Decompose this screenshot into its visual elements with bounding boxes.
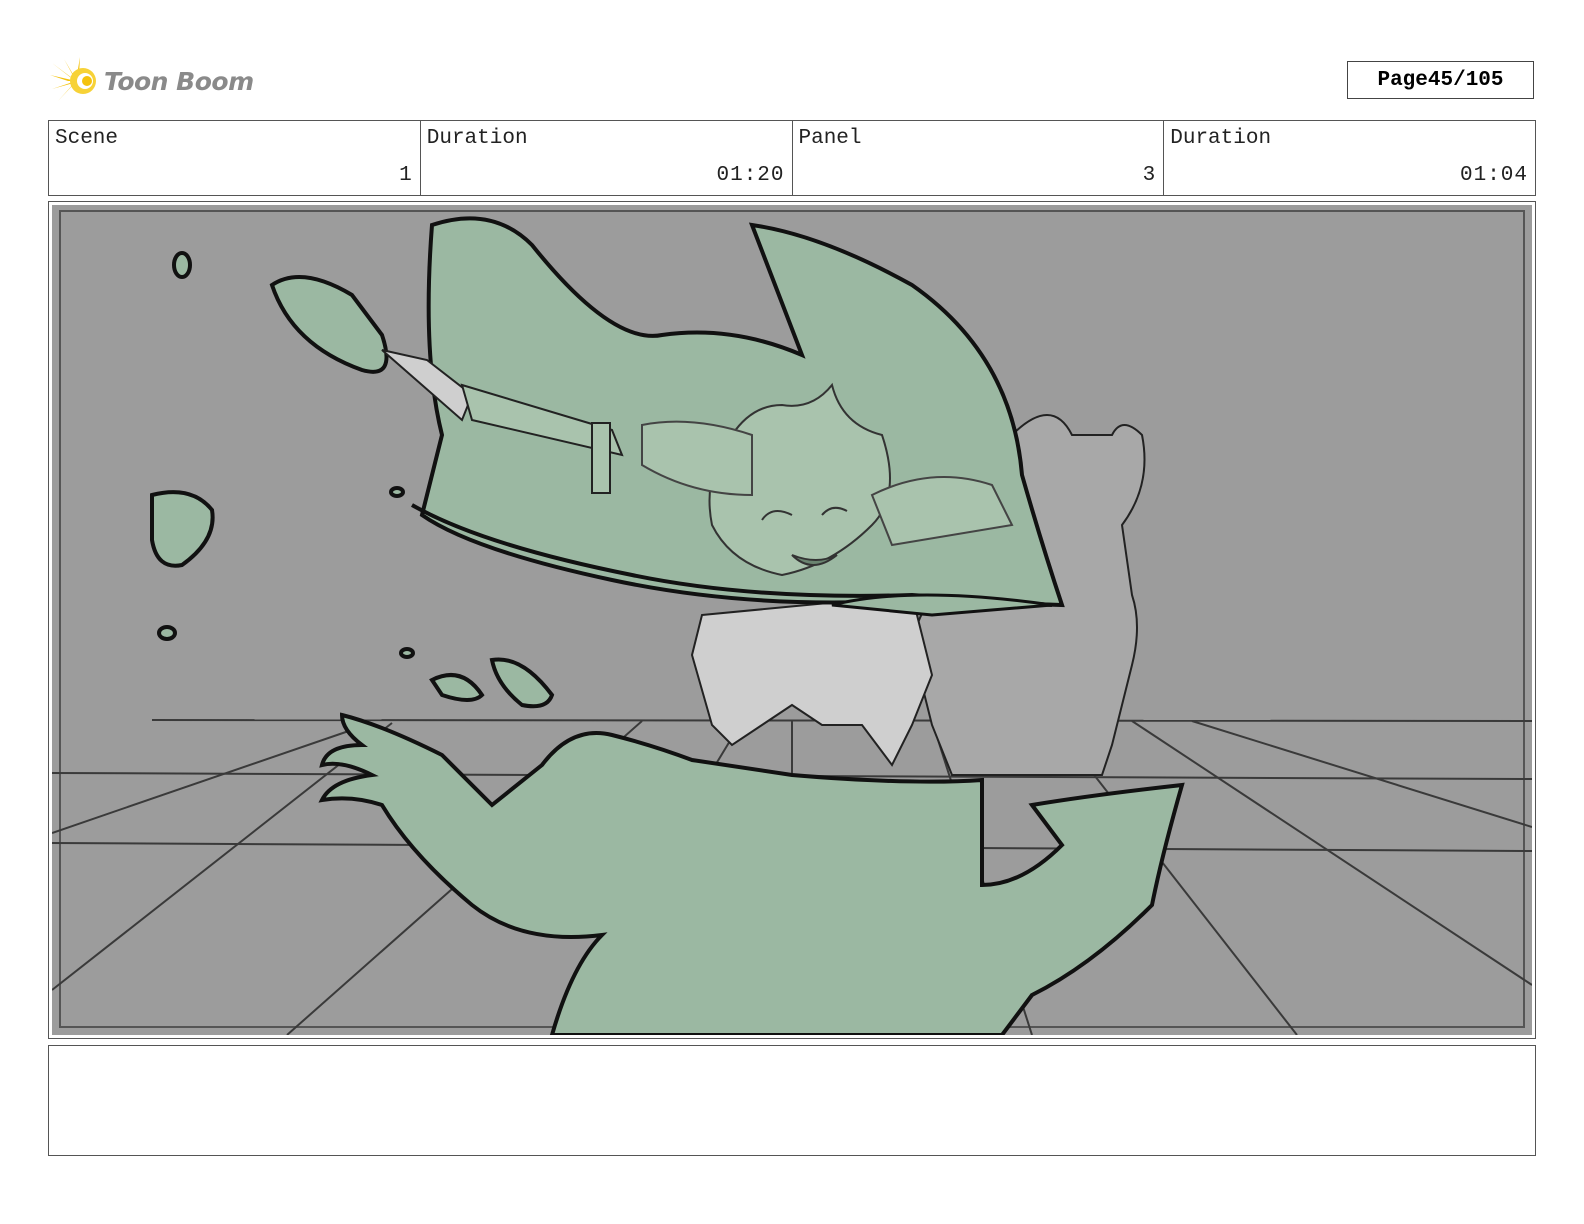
storyboard-sketch — [52, 210, 1532, 1035]
scene-label: Scene — [55, 127, 119, 150]
scene-duration-cell: Duration 01:20 — [421, 121, 793, 195]
panel-duration-label: Duration — [1170, 127, 1272, 150]
page-number: 45/105 — [1427, 68, 1504, 92]
panel-duration-cell: Duration 01:04 — [1164, 121, 1535, 195]
scene-info-table: Scene 1 Duration 01:20 Panel 3 Duration … — [48, 120, 1536, 196]
panel-duration-value: 01:04 — [1459, 164, 1528, 187]
panel-value: 3 — [1142, 164, 1157, 187]
starburst-logo-icon — [50, 57, 96, 101]
panel-cell: Panel 3 — [793, 121, 1165, 195]
logo-text: Toon Boom — [104, 66, 254, 96]
storyboard-panel-frame — [48, 201, 1536, 1039]
page-indicator: Page 45/105 — [1347, 61, 1534, 99]
page-label: Page — [1377, 68, 1428, 92]
scene-duration-value: 01:20 — [716, 164, 785, 187]
panel-label: Panel — [798, 127, 862, 150]
scene-duration-label: Duration — [426, 127, 528, 150]
storyboard-panel-image — [52, 205, 1532, 1035]
toon-boom-logo: Toon Boom — [50, 54, 254, 108]
character-center — [690, 593, 934, 767]
scene-value: 1 — [399, 164, 413, 187]
panel-notes — [48, 1045, 1536, 1156]
scene-cell: Scene 1 — [49, 121, 421, 195]
